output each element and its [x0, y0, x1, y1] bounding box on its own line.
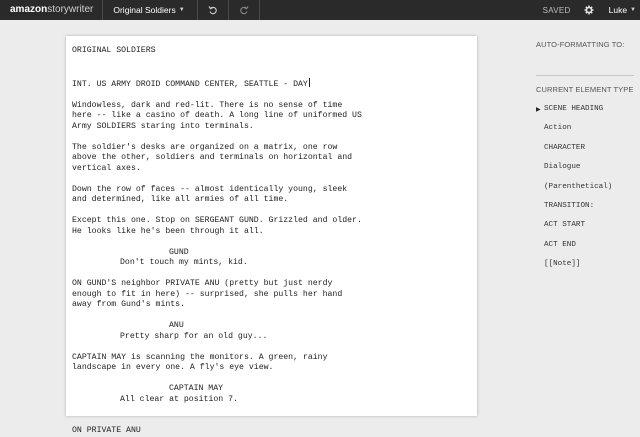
- text-cursor: [308, 77, 310, 87]
- app-logo[interactable]: amazon storywriter: [10, 5, 93, 15]
- document-title: Original Soldiers: [113, 5, 176, 15]
- undo-icon: [208, 6, 217, 15]
- element-type-act-end[interactable]: ACT END: [536, 240, 640, 259]
- element-type-character[interactable]: CHARACTER: [536, 143, 640, 162]
- script-editor[interactable]: ORIGINAL SOLDIERS INT. US ARMY DROID COM…: [72, 46, 372, 437]
- action-line: Down the row of faces -- almost identica…: [72, 184, 348, 205]
- character-name: CAPTAIN MAY: [169, 384, 224, 393]
- selected-arrow-icon: ▶: [536, 106, 541, 113]
- logo-bold: amazon: [10, 4, 48, 15]
- script-title: ORIGINAL SOLDIERS: [72, 46, 156, 55]
- current-element-label: CURRENT ELEMENT TYPE: [536, 85, 634, 94]
- element-type-transition[interactable]: TRANSITION:: [536, 201, 640, 220]
- action-line: The soldier's desks are organized on a m…: [72, 142, 353, 173]
- element-type-label: Action: [544, 124, 572, 133]
- element-type-label: ACT START: [544, 221, 586, 230]
- element-type-label: CHARACTER: [544, 143, 586, 152]
- format-panel: AUTO-FORMATTING TO: CURRENT ELEMENT TYPE…: [536, 0, 640, 400]
- scene-heading: ON PRIVATE ANU: [72, 426, 141, 435]
- logo-light: storywriter: [47, 4, 94, 15]
- chevron-down-icon: ▼: [178, 7, 185, 13]
- action-line: CAPTAIN MAY is scanning the monitors. A …: [72, 352, 328, 373]
- dialogue-line: Pretty sharp for an old guy...: [120, 331, 268, 341]
- element-type-label: (Parenthetical): [544, 182, 613, 191]
- element-type-note[interactable]: [[Note]]: [536, 259, 640, 278]
- action-line: ON GUND'S neighbor PRIVATE ANU (pretty b…: [72, 279, 343, 309]
- scene-heading[interactable]: INT. US ARMY DROID COMMAND CENTER, SEATT…: [72, 77, 372, 91]
- character-name: GUND: [169, 247, 189, 257]
- element-type-label: [[Note]]: [544, 260, 581, 269]
- action-line: Windowless, dark and red-lit. There is n…: [72, 100, 362, 131]
- element-type-list: ▶ SCENE HEADING Action CHARACTER Dialogue…: [536, 104, 640, 279]
- action-line: Except this one. Stop on SERGEANT GUND. …: [72, 216, 362, 236]
- element-type-label: ACT END: [544, 240, 576, 249]
- undo-button[interactable]: [196, 0, 228, 20]
- element-type-dialogue[interactable]: Dialogue: [536, 162, 640, 181]
- element-type-label: Dialogue: [544, 163, 581, 172]
- element-type-label: TRANSITION:: [544, 201, 595, 210]
- element-type-parenthetical[interactable]: (Parenthetical): [536, 182, 640, 201]
- scene-heading-text: INT. US ARMY DROID COMMAND CENTER, SEATT…: [72, 79, 308, 89]
- redo-icon: [239, 6, 249, 15]
- element-type-action[interactable]: Action: [536, 123, 640, 142]
- document-title-menu[interactable]: Original Soldiers ▼: [113, 5, 184, 15]
- character-name: ANU: [169, 321, 184, 330]
- divider: [102, 0, 104, 20]
- element-type-act-start[interactable]: ACT START: [536, 220, 640, 239]
- redo-button[interactable]: [227, 0, 260, 20]
- element-type-label: SCENE HEADING: [544, 105, 604, 113]
- element-type-scene-heading[interactable]: ▶ SCENE HEADING: [536, 104, 640, 123]
- autoformat-label: AUTO-FORMATTING TO:: [536, 40, 625, 49]
- dialogue-line: Don't touch my mints, kid.: [120, 258, 248, 267]
- divider: [536, 75, 634, 76]
